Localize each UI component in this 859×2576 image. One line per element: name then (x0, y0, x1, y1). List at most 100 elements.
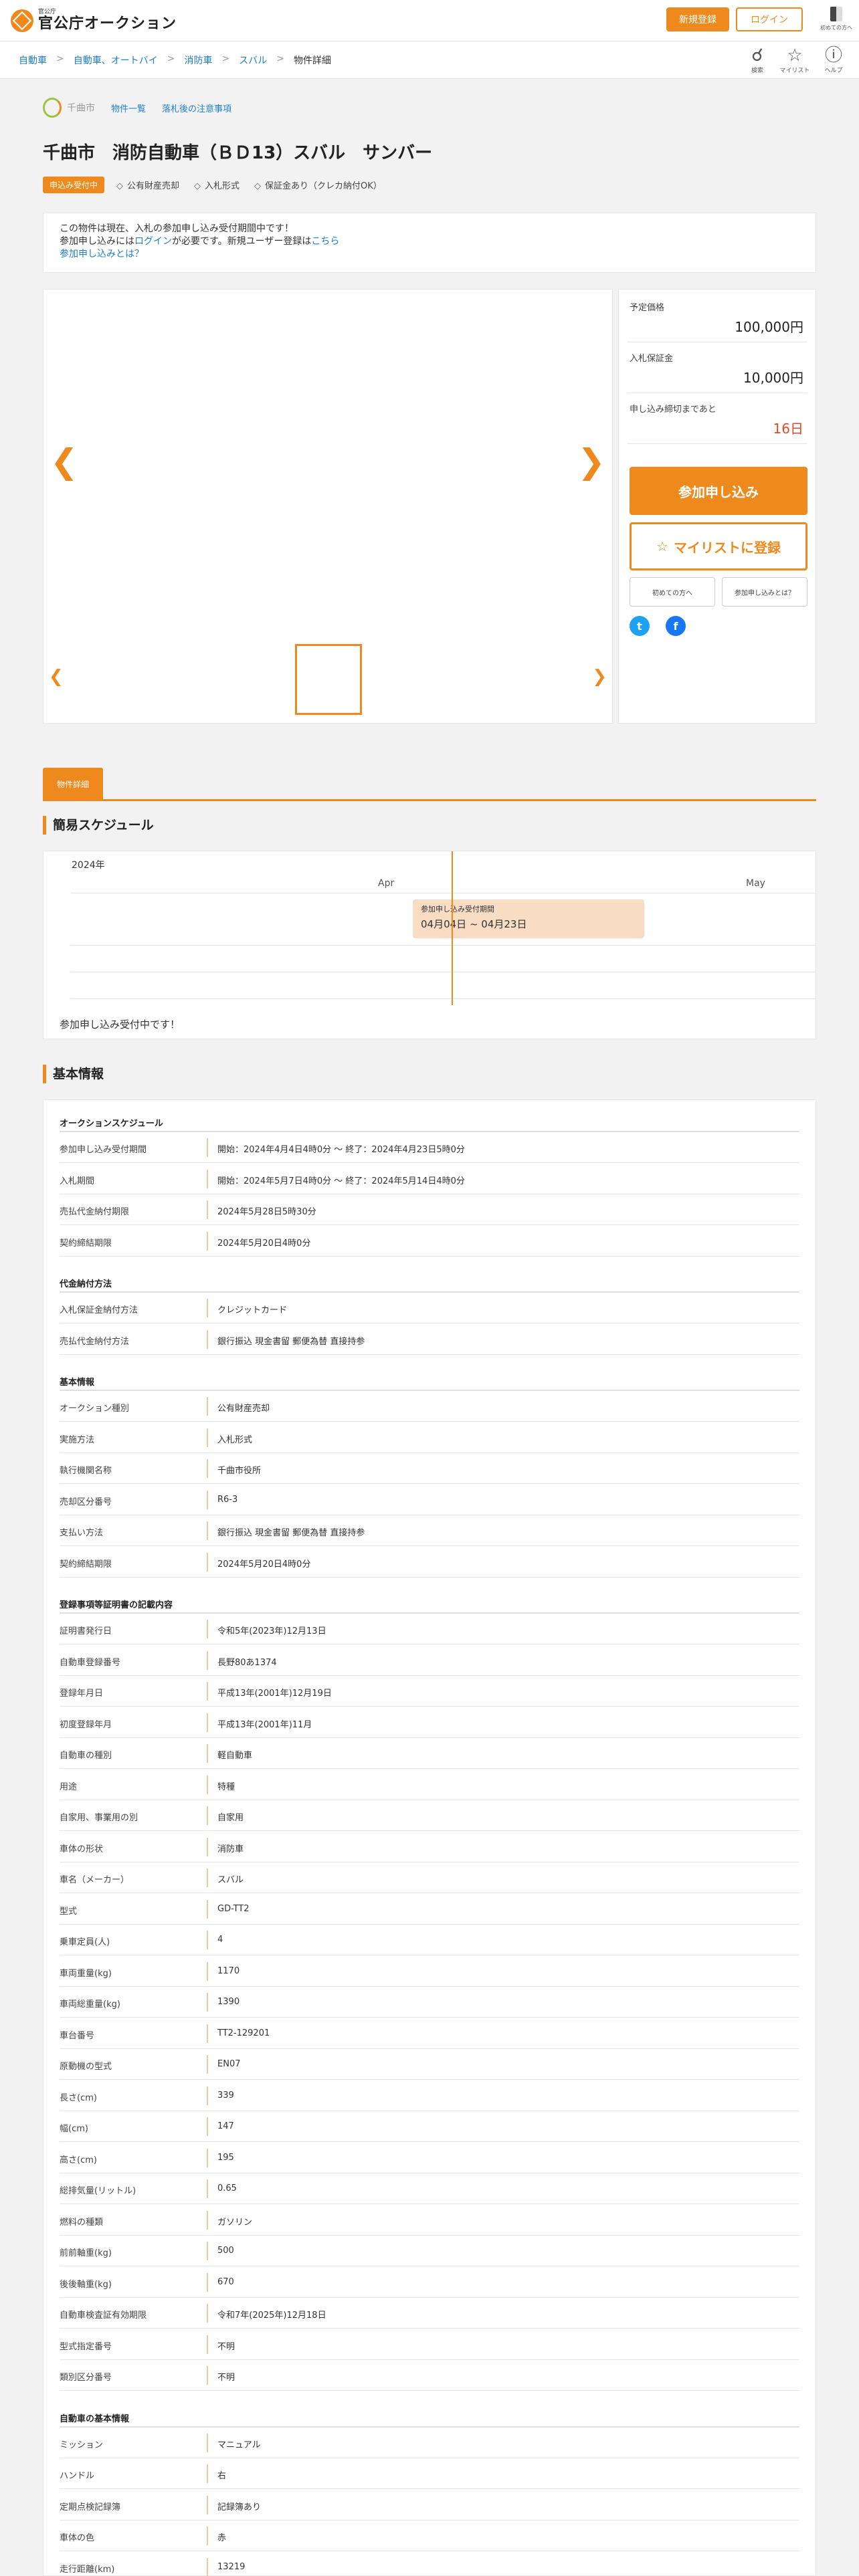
info-value: 2024年5月20日4時0分 (217, 1559, 311, 1570)
login-link[interactable]: ログイン (134, 236, 172, 247)
star-icon: ☆ (787, 45, 803, 66)
info-row: 初度登録年月 平成13年(2001年)11月 (60, 1707, 799, 1738)
what-is-application-link[interactable]: 参加申し込みとは？ (60, 249, 144, 259)
twitter-icon[interactable]: t (630, 616, 650, 636)
info-key: 前前軸重(kg) (60, 2248, 112, 2258)
facebook-icon[interactable]: f (666, 616, 686, 636)
info-separator (207, 1428, 208, 1447)
application-period-bar: 参加申し込み受付期間 04月04日 ~ 04月23日 (413, 899, 644, 938)
info-separator (207, 1899, 208, 1919)
tab-property-detail[interactable]: 物件詳細 (43, 768, 103, 800)
info-separator (207, 1397, 208, 1416)
info-row: 類別区分番号 不明 (60, 2360, 799, 2391)
thumbs-prev-icon[interactable]: ❮ (49, 668, 64, 685)
info-key: 車体の形状 (60, 1844, 104, 1854)
tag-row: 申込み受付中 公有財産売却 入札形式 保証金あり（クレカ納付OK） (43, 177, 397, 193)
info-separator (207, 1993, 208, 2012)
info-key: 自家用、事業用の別 (60, 1813, 138, 1823)
logo-mark-icon (11, 9, 33, 32)
info-key: 定期点検記録簿 (60, 2502, 121, 2512)
info-key: 後後軸重(kg) (60, 2279, 112, 2290)
info-key: 自動車の種別 (60, 1751, 112, 1761)
post-bid-notes-link[interactable]: 落札後の注意事項 (162, 102, 231, 114)
info-key: 用途 (60, 1782, 78, 1792)
notice-text: が必要です。新規ユーザー登録は (172, 236, 312, 247)
info-separator (207, 1490, 208, 1509)
period-label: 参加申し込み受付期間 (421, 905, 494, 914)
info-value: 4 (217, 1935, 223, 1945)
gallery-next-icon[interactable]: ❯ (577, 445, 605, 478)
info-separator (207, 2055, 208, 2074)
breadcrumb-item[interactable]: 自動車、オートバイ (74, 53, 158, 67)
today-marker (452, 851, 453, 1005)
info-separator (207, 2117, 208, 2136)
info-key: 総排気量(リットル) (60, 2186, 136, 2196)
info-separator (207, 2464, 208, 2483)
info-key: 売払代金納付期限 (60, 1207, 130, 1217)
info-value: 平成13年(2001年)11月 (217, 1719, 312, 1730)
first-time-label: 初めての方へ (820, 25, 852, 31)
login-button[interactable]: ログイン (736, 7, 803, 31)
breadcrumb-item[interactable]: スバル (239, 53, 267, 67)
info-key: 燃料の種類 (60, 2217, 104, 2228)
info-group-title: 基本情報 (60, 1378, 95, 1388)
info-key: 長さ(cm) (60, 2092, 97, 2103)
info-row: 証明書発行日 令和5年(2023年)12月13日 (60, 1614, 799, 1644)
breadcrumb-current: 物件詳細 (293, 56, 331, 66)
info-row: 幅(cm) 147 (60, 2111, 799, 2142)
gallery-thumbnail[interactable] (295, 644, 362, 715)
info-key: 初度登録年月 (60, 1719, 112, 1730)
info-group-title: 登録事項等証明書の記載内容 (60, 1600, 173, 1610)
tag-item: 保証金あり（クレカ納付OK） (254, 179, 382, 191)
mylist-button[interactable]: ☆ マイリスト (779, 45, 811, 74)
divider (627, 443, 807, 444)
breadcrumb-item[interactable]: 自動車 (19, 53, 47, 67)
info-separator (207, 2242, 208, 2260)
first-time-link[interactable]: 初めての方へ (820, 7, 853, 31)
info-row: 後後軸重(kg) 670 (60, 2267, 799, 2298)
page-title: 千曲市 消防自動車（ＢＤ13）スバル サンバー (43, 143, 433, 163)
image-gallery: ❮ ❯ ❮ ❯ (43, 289, 613, 724)
info-row: 執行機関名称 千曲市役所 (60, 1453, 799, 1484)
deadline-label: 申し込み締切まであと (630, 405, 717, 415)
gallery-prev-icon[interactable]: ❮ (50, 445, 78, 478)
info-separator (207, 1620, 208, 1638)
property-list-link[interactable]: 物件一覧 (111, 102, 146, 114)
info-value: 339 (217, 2090, 234, 2101)
info-value: GD-TT2 (217, 1903, 250, 1914)
signup-button[interactable]: 新規登録 (666, 7, 729, 31)
period-value: 04月04日 ~ 04月23日 (421, 918, 527, 930)
info-row: 売払代金納付期限 2024年5月28日5時30分 (60, 1194, 799, 1225)
info-key: 入札保証金納付方法 (60, 1305, 138, 1315)
info-value: 消防車 (217, 1844, 244, 1854)
info-row: 燃料の種類 ガソリン (60, 2205, 799, 2236)
info-row: 用途 特種 (60, 1769, 799, 1800)
info-value: 147 (217, 2121, 234, 2131)
info-separator (207, 1169, 208, 1188)
apply-button[interactable]: 参加申し込み (630, 467, 807, 515)
info-key: 執行機関名称 (60, 1466, 112, 1476)
add-mylist-button[interactable]: ☆ マイリストに登録 (630, 522, 807, 570)
search-button[interactable]: ☌ 検索 (741, 45, 773, 74)
info-separator (207, 2335, 208, 2354)
first-time-button[interactable]: 初めての方へ (630, 577, 715, 607)
breadcrumb-separator: > (276, 53, 284, 64)
site-logo[interactable]: 官公庁 官公庁オークション (11, 9, 177, 32)
info-value: 平成13年(2001年)12月19日 (217, 1689, 332, 1699)
deadline-value: 16日 (773, 421, 803, 437)
thumbs-next-icon[interactable]: ❯ (592, 668, 607, 685)
info-value: TT2-129201 (217, 2028, 270, 2038)
info-value: 670 (217, 2276, 234, 2287)
breadcrumb-item[interactable]: 消防車 (184, 53, 212, 67)
info-row: 型式 GD-TT2 (60, 1894, 799, 1925)
info-value: 1390 (217, 1997, 240, 2007)
register-link[interactable]: こちら (311, 236, 339, 247)
help-label: ヘルプ (824, 68, 843, 74)
info-row: 原動機の型式 EN07 (60, 2049, 799, 2080)
what-is-application-button[interactable]: 参加申し込みとは？ (722, 577, 807, 607)
info-row: 契約締結期限 2024年5月20日4時0分 (60, 1547, 799, 1578)
info-row: 車名（メーカー） スバル (60, 1862, 799, 1893)
price-panel: 予定価格 100,000円 入札保証金 10,000円 申し込み締切まであと 1… (618, 289, 816, 724)
help-button[interactable]: ⓘ ヘルプ (818, 45, 850, 74)
info-separator (207, 1744, 208, 1763)
